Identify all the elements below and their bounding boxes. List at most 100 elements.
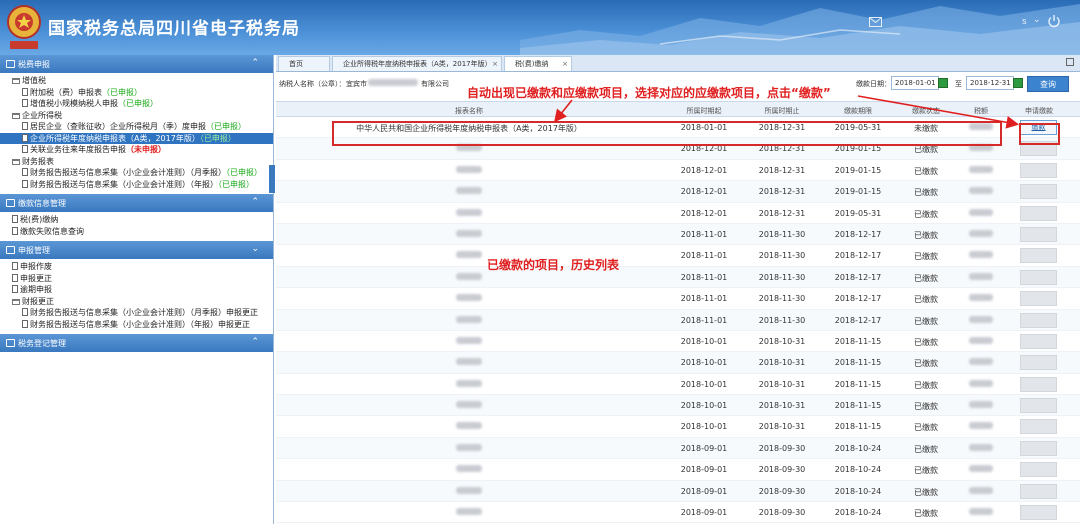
annotation-top: 自动出现已缴款和应缴款项目，选择对应的应缴款项目，点击“缴款” <box>467 86 831 100</box>
sidebar-item[interactable]: 财务报告报送与信息采集（小企业会计准则）（月季报）（已申报） <box>0 167 273 179</box>
period-start-cell: 2018-11-01 <box>680 294 728 304</box>
tax-amount-cell <box>969 465 993 474</box>
sidebar-folder[interactable]: 财务报表 <box>0 156 273 168</box>
payment-status-cell: 已缴款 <box>914 316 938 326</box>
period-start-cell: 2018-10-01 <box>680 358 728 368</box>
close-icon[interactable]: × <box>562 57 568 72</box>
table-row[interactable]: 2018-10-01 2018-10-31 2018-11-15 已缴款 <box>276 374 1080 396</box>
folder-icon <box>12 298 20 305</box>
report-name-cell <box>456 336 482 346</box>
period-end-cell: 2018-10-31 <box>758 336 806 346</box>
period-start-cell: 2018-11-01 <box>680 315 728 325</box>
calendar-icon[interactable] <box>938 78 948 88</box>
table-row[interactable]: 2018-12-01 2018-12-31 2019-01-15 已缴款 <box>276 181 1080 203</box>
pay-button[interactable]: 缴款 <box>1020 120 1057 135</box>
sidebar-item[interactable]: 增值税小规模纳税人申报（已申报） <box>0 98 273 110</box>
redacted-text <box>969 336 993 344</box>
sidebar-item[interactable]: 财务报告报送与信息采集（小企业会计准则）（年报）申报更正 <box>0 319 273 331</box>
col-tax-amount: 税额 <box>974 107 988 115</box>
date-from-input[interactable]: 2018-01-01 <box>891 76 939 90</box>
tax-amount-cell <box>969 144 993 153</box>
deadline-cell: 2018-11-15 <box>834 358 882 368</box>
redacted-text <box>969 401 993 409</box>
sidebar-section-header[interactable]: 税务登记管理 ⌃ <box>0 334 273 352</box>
sidebar-section-header[interactable]: 申报管理 ⌄ <box>0 241 273 259</box>
power-icon[interactable] <box>1047 14 1061 28</box>
sidebar-item[interactable]: 企业所得税年度纳税申报表（A类，2017年版）（已申报） <box>0 132 273 144</box>
table-row[interactable]: 2018-09-01 2018-09-30 2018-10-24 已缴款 <box>276 502 1080 524</box>
redacted-text <box>969 272 993 280</box>
sidebar-item[interactable]: 关联业务往来年度报告申报（未申报） <box>0 144 273 156</box>
table-row[interactable]: 2018-11-01 2018-11-30 2018-12-17 已缴款 <box>276 223 1080 246</box>
sidebar-item[interactable]: 缴款失败信息查询 <box>0 226 273 238</box>
table-row[interactable]: 2018-11-01 2018-11-30 2018-12-17 已缴款 <box>276 288 1080 310</box>
redacted-text <box>456 443 482 451</box>
table-row[interactable]: 中华人民共和国企业所得税年度纳税申报表（A类，2017年版） 2018-01-01… <box>276 117 1080 139</box>
sidebar-item[interactable]: 逾期申报 <box>0 284 273 296</box>
deadline-cell: 2018-11-15 <box>834 401 882 411</box>
redacted-text <box>456 294 482 302</box>
folder-icon <box>12 78 20 84</box>
report-name-cell <box>456 443 482 453</box>
tab-tax-payment[interactable]: 税(费)缴纳 × <box>504 56 572 71</box>
table-row[interactable]: 2018-09-01 2018-09-30 2018-10-24 已缴款 <box>276 480 1080 503</box>
query-button[interactable]: 查询 <box>1027 76 1069 92</box>
section-icon <box>6 246 15 254</box>
deadline-cell: 2019-05-31 <box>834 123 882 132</box>
tab-home[interactable]: 首页 <box>278 56 330 71</box>
deadline-cell: 2019-01-15 <box>834 165 882 175</box>
table-row[interactable]: 2018-11-01 2018-11-30 2018-12-17 已缴款 <box>276 266 1080 289</box>
sidebar-item[interactable]: 居民企业（查账征收）企业所得税月（季）度申报（已申报） <box>0 121 273 133</box>
table-row[interactable]: 2018-10-01 2018-10-31 2018-11-15 已缴款 <box>276 352 1080 374</box>
col-period-end: 所属时期止 <box>764 107 800 115</box>
sidebar-item[interactable]: 税(费)缴纳 <box>0 214 273 226</box>
section-icon <box>6 60 15 68</box>
sidebar-item[interactable]: 财务报告报送与信息采集（小企业会计准则）（月季报）申报更正 <box>0 307 273 319</box>
user-initial[interactable]: s <box>1022 17 1027 27</box>
fullscreen-icon[interactable] <box>1066 58 1074 66</box>
table-row[interactable]: 2018-11-01 2018-11-30 2018-12-17 已缴款 <box>276 309 1080 331</box>
table-row[interactable]: 2018-10-01 2018-10-31 2018-11-15 已缴款 <box>276 416 1080 438</box>
table-row[interactable]: 2018-10-01 2018-10-31 2018-11-15 已缴款 <box>276 395 1080 417</box>
sidebar-collapse-handle[interactable] <box>269 165 275 193</box>
period-end-cell: 2018-12-31 <box>758 144 806 154</box>
sidebar-item[interactable]: 申报作废 <box>0 261 273 273</box>
sidebar-item[interactable]: 附加税（费）申报表（已申报） <box>0 87 273 99</box>
redacted-text <box>456 379 482 387</box>
table-row[interactable]: 2018-09-01 2018-09-30 2018-10-24 已缴款 <box>276 437 1080 460</box>
table-row[interactable]: 2018-12-01 2018-12-31 2019-05-31 已缴款 <box>276 203 1080 224</box>
sidebar-folder[interactable]: 增值税 <box>0 75 273 87</box>
chevron-down-icon[interactable]: ⌄ <box>1033 15 1041 25</box>
table-row[interactable]: 2018-09-01 2018-09-30 2018-10-24 已缴款 <box>276 459 1080 481</box>
chevron-icon[interactable]: ⌃ <box>251 197 259 207</box>
payment-status-cell: 未缴款 <box>914 124 938 133</box>
sidebar-section-header[interactable]: 缴款信息管理 ⌃ <box>0 194 273 212</box>
sidebar-item-label: 增值税 <box>22 76 46 85</box>
chevron-icon[interactable]: ⌄ <box>251 244 259 254</box>
redacted-text <box>969 443 993 451</box>
sidebar-section-header[interactable]: 税费申报 ⌃ <box>0 55 273 73</box>
period-end-cell: 2018-09-30 <box>758 508 806 518</box>
close-icon[interactable]: × <box>492 57 498 72</box>
table-row[interactable]: 2018-12-01 2018-12-31 2019-01-15 已缴款 <box>276 138 1080 160</box>
table-row[interactable]: 2018-11-01 2018-11-30 2018-12-17 已缴款 <box>276 245 1080 267</box>
sidebar-folder[interactable]: 企业所得税 <box>0 110 273 122</box>
report-name-cell <box>456 358 482 367</box>
sidebar-section-label: 缴款信息管理 <box>18 198 66 208</box>
mail-icon[interactable] <box>869 17 882 27</box>
sidebar-item[interactable]: 财务报告报送与信息采集（小企业会计准则）（年报）（已申报） <box>0 179 273 191</box>
period-start-cell: 2018-09-01 <box>680 443 728 453</box>
pay-button-disabled <box>1020 162 1057 178</box>
calendar-icon[interactable] <box>1013 78 1023 88</box>
document-icon <box>22 99 28 107</box>
chevron-icon[interactable]: ⌃ <box>251 337 259 347</box>
date-to-input[interactable]: 2018-12-31 <box>966 76 1014 90</box>
table-row[interactable]: 2018-10-01 2018-10-31 2018-11-15 已缴款 <box>276 331 1080 353</box>
chevron-icon[interactable]: ⌃ <box>251 58 259 68</box>
tab-annual-income-tax-return[interactable]: 企业所得税年度纳税申报表（A类，2017年版） × <box>332 56 502 71</box>
great-wall-background <box>520 4 1080 55</box>
sidebar-folder[interactable]: 财报更正 <box>0 296 273 308</box>
table-row[interactable]: 2018-12-01 2018-12-31 2019-01-15 已缴款 <box>276 160 1080 182</box>
payment-status-cell: 已缴款 <box>914 466 938 476</box>
sidebar-item[interactable]: 申报更正 <box>0 273 273 285</box>
